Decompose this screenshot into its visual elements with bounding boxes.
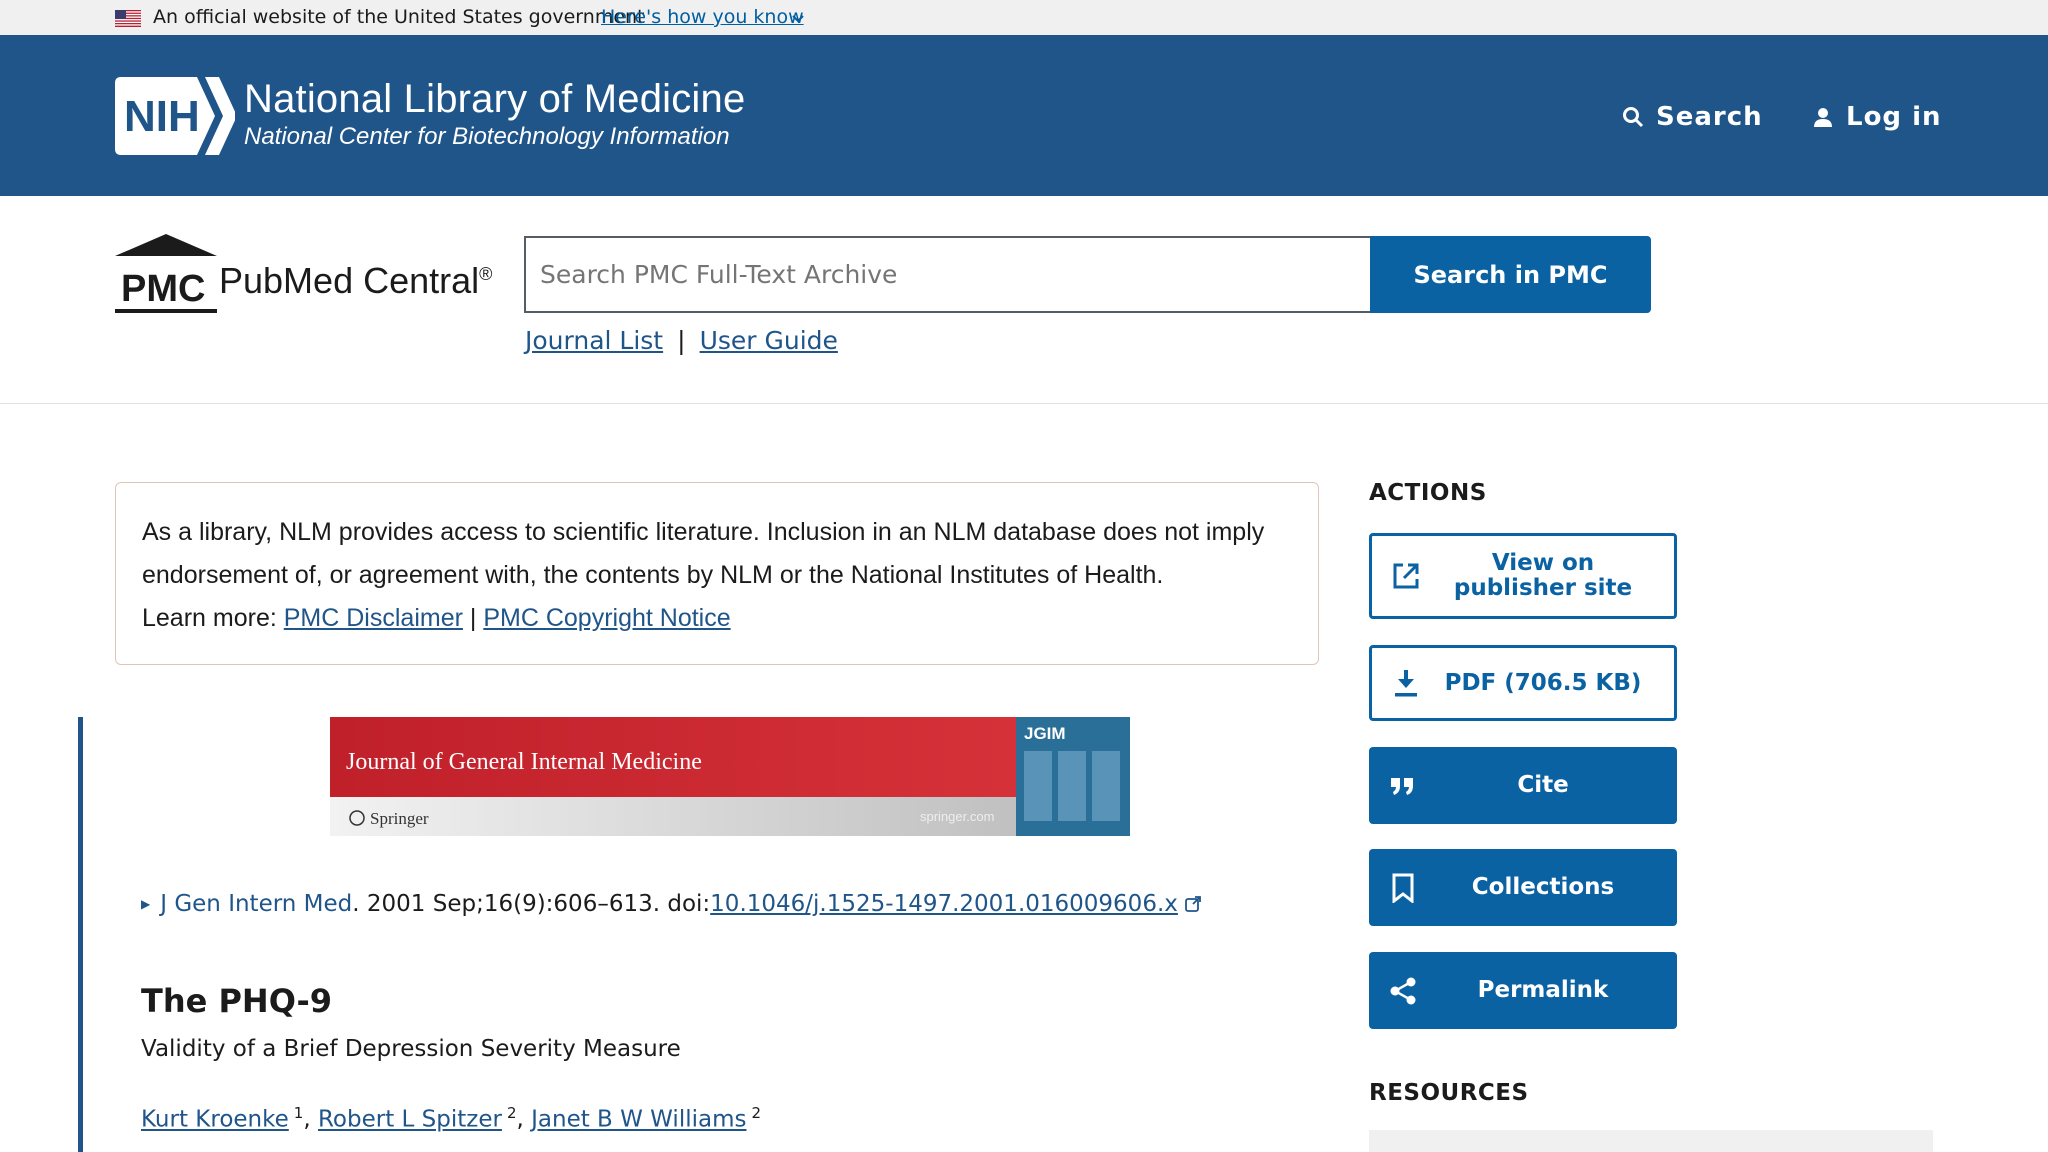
citation-details: . 2001 Sep;16(9):606–613. doi: bbox=[352, 891, 711, 917]
publisher-site-label: publisher site bbox=[1453, 575, 1633, 601]
header-login-label: Log in bbox=[1846, 102, 1942, 132]
pmc-sub-links: Journal List | User Guide bbox=[525, 326, 838, 355]
permalink-button[interactable]: Permalink bbox=[1369, 952, 1677, 1029]
pdf-download-button[interactable]: PDF (706.5 KB) bbox=[1369, 645, 1677, 721]
article-title: The PHQ-9 bbox=[141, 982, 333, 1020]
header-search-button[interactable]: Search bbox=[1622, 95, 1763, 139]
nlm-title[interactable]: National Library of Medicine bbox=[244, 77, 745, 122]
pmc-building-icon: PMC bbox=[115, 234, 217, 313]
gov-banner-text: An official website of the United States… bbox=[153, 6, 645, 28]
heres-how-you-know-link[interactable]: Here's how you know bbox=[601, 6, 804, 28]
journal-name[interactable]: J Gen Intern Med bbox=[160, 891, 352, 917]
external-link-icon bbox=[1184, 896, 1201, 912]
journal-cover-label: JGIM bbox=[1024, 724, 1066, 743]
bookmark-icon bbox=[1387, 872, 1419, 904]
nlm-disclaimer-box: As a library, NLM provides access to sci… bbox=[115, 482, 1319, 665]
expand-triangle-icon[interactable]: ▶ bbox=[141, 897, 150, 911]
journal-banner-publisher: Springer bbox=[370, 809, 429, 828]
view-on-label: View on bbox=[1491, 550, 1595, 576]
disclaimer-line-2: endorsement of, or agreement with, the c… bbox=[142, 561, 1164, 589]
search-icon bbox=[1623, 107, 1644, 128]
cite-button[interactable]: Cite bbox=[1369, 747, 1677, 824]
citation-line: ▶ J Gen Intern Med . 2001 Sep;16(9):606–… bbox=[141, 891, 1202, 917]
header-login-button[interactable]: Log in bbox=[1812, 95, 1942, 139]
pmc-search-input[interactable] bbox=[524, 236, 1371, 313]
view-on-publisher-button[interactable]: View on publisher site bbox=[1369, 533, 1677, 619]
us-flag-icon bbox=[115, 10, 141, 27]
chevron-down-icon[interactable] bbox=[791, 11, 805, 25]
article-accent-bar bbox=[78, 717, 83, 1152]
disclaimer-learn-more: Learn more: PMC Disclaimer | PMC Copyrig… bbox=[142, 597, 1292, 640]
author-affiliation-sup: 2 bbox=[751, 1104, 762, 1122]
pmc-logo-short: PMC bbox=[121, 268, 205, 310]
resources-heading: RESOURCES bbox=[1369, 1080, 1529, 1106]
pmc-copyright-link[interactable]: PMC Copyright Notice bbox=[483, 604, 730, 632]
actions-heading: ACTIONS bbox=[1369, 480, 1487, 506]
external-link-icon bbox=[1390, 560, 1422, 592]
author-list: Kurt Kroenke 1, Robert L Spitzer 2, Janet … bbox=[141, 1104, 762, 1133]
author-link[interactable]: Robert L Spitzer bbox=[318, 1107, 502, 1133]
share-icon bbox=[1387, 975, 1419, 1007]
nih-header: NIH National Library of Medicine Nationa… bbox=[0, 35, 2048, 196]
gov-banner: An official website of the United States… bbox=[0, 0, 2048, 35]
author-link[interactable]: Janet B W Williams bbox=[531, 1107, 746, 1133]
link-separator: | bbox=[677, 326, 686, 355]
user-icon bbox=[1814, 108, 1832, 127]
journal-banner-title: Journal of General Internal Medicine bbox=[346, 749, 702, 775]
doi-link[interactable]: 10.1046/j.1525-1497.2001.016009606.x bbox=[710, 891, 1178, 917]
journal-list-link[interactable]: Journal List bbox=[525, 326, 663, 355]
author-affiliation-sup: 2 bbox=[506, 1104, 517, 1122]
search-in-pmc-button[interactable]: Search in PMC bbox=[1370, 236, 1651, 313]
disclaimer-line-1: As a library, NLM provides access to sci… bbox=[142, 518, 1265, 546]
header-search-label: Search bbox=[1656, 102, 1763, 132]
journal-banner-site: springer.com bbox=[920, 809, 994, 824]
registered-mark: ® bbox=[479, 264, 493, 284]
nih-logo[interactable]: NIH bbox=[115, 77, 235, 155]
author-affiliation-sup: 1 bbox=[293, 1104, 304, 1122]
journal-banner-image[interactable]: Journal of General Internal Medicine Spr… bbox=[330, 717, 1130, 836]
ncbi-subtitle: National Center for Biotechnology Inform… bbox=[244, 123, 730, 150]
download-icon bbox=[1390, 667, 1422, 699]
pmc-logo[interactable]: PMC PubMed Central® bbox=[115, 234, 500, 314]
disclaimer-sep: | bbox=[462, 604, 484, 632]
user-guide-link[interactable]: User Guide bbox=[700, 326, 838, 355]
author-link[interactable]: Kurt Kroenke bbox=[141, 1107, 289, 1133]
article-subtitle: Validity of a Brief Depression Severity … bbox=[141, 1036, 681, 1062]
learn-more-label: Learn more: bbox=[142, 604, 284, 632]
resources-panel[interactable] bbox=[1369, 1130, 1933, 1152]
pmc-disclaimer-link[interactable]: PMC Disclaimer bbox=[284, 604, 463, 632]
quote-icon bbox=[1387, 770, 1419, 802]
pmc-logo-name: PubMed Central bbox=[219, 260, 480, 301]
nih-logo-text: NIH bbox=[124, 92, 200, 141]
collections-button[interactable]: Collections bbox=[1369, 849, 1677, 926]
pmc-search-band: PMC PubMed Central® Search in PMC Journa… bbox=[0, 196, 2048, 404]
